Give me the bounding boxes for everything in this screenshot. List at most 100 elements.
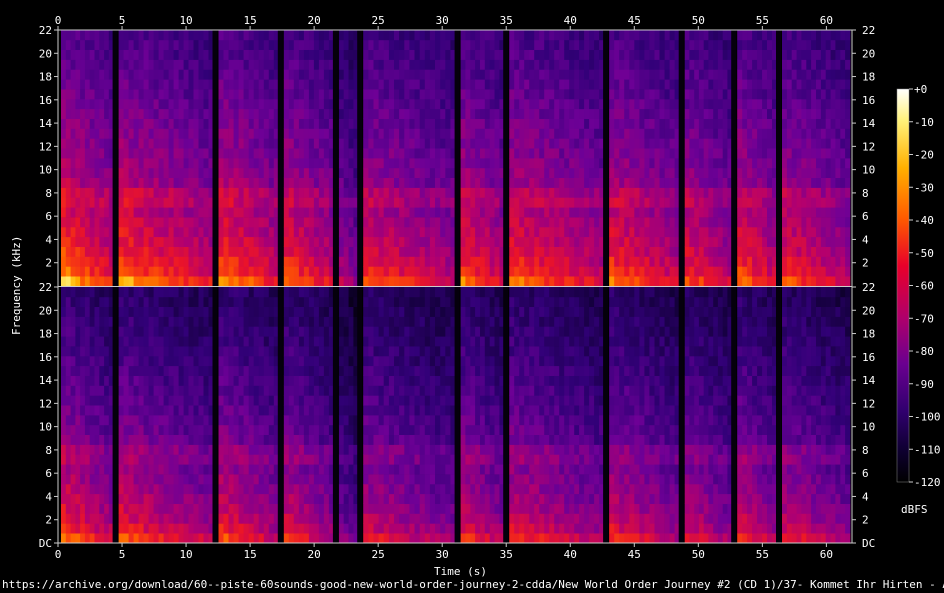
spectrogram-cell (509, 256, 515, 267)
spectrogram-cell (163, 513, 169, 524)
spectrogram-cell (104, 296, 110, 307)
spectrogram-cell (303, 79, 310, 90)
spectrogram-cell (293, 138, 300, 149)
spectrogram-cell (80, 158, 86, 169)
spectrogram-cell (484, 98, 491, 110)
spectrogram-cell (757, 207, 763, 218)
spectrogram-cell (708, 187, 714, 198)
spectrogram-cell (694, 246, 700, 257)
spectrogram-cell (549, 226, 555, 238)
spectrogram-cell (654, 138, 660, 149)
spectrogram-cell (378, 158, 385, 169)
spectrogram-cell (323, 226, 330, 238)
spectrogram-cell (534, 207, 540, 218)
spectrogram-cell (559, 108, 565, 119)
spectrogram-cell (639, 177, 645, 188)
spectrogram-cell (634, 256, 640, 267)
spectrogram-cell (233, 30, 239, 41)
spectrogram-cell (404, 148, 410, 159)
spectrogram-cell (713, 207, 719, 218)
spectrogram-cell (148, 226, 154, 238)
spectrogram-cell (238, 148, 244, 159)
spectrogram-cell (609, 207, 615, 218)
spectrogram-cell (519, 276, 525, 287)
spectrogram-cell (435, 207, 441, 218)
spectrogram-cell (99, 474, 105, 485)
spectrogram-cell (188, 405, 194, 416)
spectrogram-cell (564, 108, 570, 119)
spectrogram-cell (368, 236, 374, 247)
spectrogram-cell (742, 128, 748, 139)
spectrogram-cell (659, 177, 665, 188)
spectrogram-cell (619, 138, 625, 149)
spectrogram-cell (554, 128, 560, 139)
spectrogram-cell (168, 296, 174, 307)
spectrogram-cell (644, 226, 650, 238)
spectrogram-cell (524, 79, 530, 90)
spectrogram-cell (465, 167, 471, 178)
spectrogram-cell (414, 148, 420, 159)
spectrogram-cell (644, 158, 650, 169)
spectrogram-cell (835, 98, 841, 110)
spectrogram-cell (378, 276, 385, 287)
spectrogram-cell (594, 276, 600, 287)
spectrogram-cell (549, 187, 555, 198)
spectrogram-cell (594, 167, 600, 178)
spectrogram-cell (70, 346, 76, 357)
spectrogram-cell (767, 89, 773, 100)
spectrogram-cell (123, 276, 129, 287)
spectrogram-cell (579, 118, 585, 129)
spectrogram-cell (494, 217, 500, 228)
spectrogram-cell (158, 148, 164, 159)
spectrogram-cell (283, 39, 290, 50)
spectrogram-cell (373, 89, 379, 100)
spectrogram-cell (173, 59, 179, 70)
spectrogram-cell (188, 276, 194, 287)
spectrogram-cell (429, 226, 436, 238)
spectrogram-cell (424, 217, 431, 228)
spectrogram-cell (801, 39, 807, 50)
spectrogram-cell (368, 226, 374, 238)
spectrogram-cell (65, 167, 71, 178)
spectrogram-cell (173, 365, 179, 376)
spectrogram-cell (89, 326, 95, 337)
spectrogram-cell (634, 217, 640, 228)
spectrogram-cell (404, 246, 410, 257)
spectrogram-cell (238, 30, 244, 41)
spectrogram-cell (845, 187, 851, 198)
spectrogram-cell (484, 276, 491, 287)
spectrogram-cell (188, 246, 194, 257)
spectrogram-cell (84, 523, 91, 534)
spectrogram-cell (786, 187, 793, 198)
spectrogram-cell (283, 385, 290, 396)
spectrogram-cell (524, 69, 530, 80)
spectrogram-cell (609, 89, 615, 100)
spectrogram-cell (589, 148, 595, 159)
spectrogram-cell (414, 89, 420, 100)
spectrogram-cell (118, 246, 124, 257)
spectrogram-cell (811, 207, 817, 218)
spectrogram-cell (253, 395, 260, 406)
spectrogram-cell (228, 483, 234, 495)
spectrogram-cell (584, 138, 590, 149)
spectrogram-cell (61, 246, 67, 257)
spectrogram-cell (94, 167, 100, 178)
spectrogram-cell (519, 118, 525, 129)
spectrogram-cell (303, 236, 310, 247)
spectrogram-cell (128, 177, 134, 188)
spectrogram-cell (75, 79, 81, 90)
spectrogram-cell (378, 148, 385, 159)
spectrogram-cell (65, 217, 71, 228)
spectrogram-cell (460, 217, 466, 228)
spectrogram-cell (193, 365, 199, 376)
spectrogram-cell (84, 296, 91, 307)
spectrogram-cell (373, 108, 379, 119)
spectrogram-cell (811, 276, 817, 287)
spectrogram-cell (460, 79, 466, 90)
spectrogram-cell (223, 326, 229, 337)
spectrogram-cell (218, 385, 224, 396)
spectrogram-cell (708, 148, 714, 159)
spectrogram-cell (70, 69, 76, 80)
spectrogram-cell (429, 49, 436, 60)
spectrogram-cell (378, 266, 385, 277)
